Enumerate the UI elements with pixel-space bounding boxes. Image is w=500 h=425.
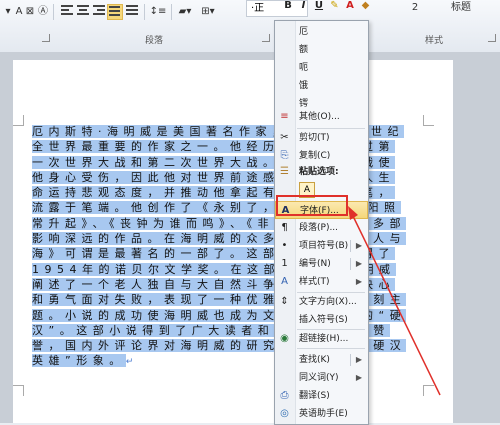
recent-font-label: 饿 — [299, 81, 309, 91]
menu-item-label: 项目符号(B) — [299, 241, 349, 251]
scissors-icon: ✂ — [280, 132, 289, 143]
font-group-launcher[interactable] — [42, 34, 50, 42]
bold-button[interactable]: B — [282, 0, 294, 11]
shading-icon[interactable]: ▰▾ — [175, 4, 195, 20]
menu-item-label: 段落(P)... — [299, 223, 339, 233]
submenu-arrow-icon: ▶ — [355, 259, 362, 268]
context-menu: 厄 额 呃 饿 锷 ≡ 其他(O)... ✂ 剪切(T) ⎘ 复制(C) ☰ 粘… — [274, 20, 369, 425]
paragraph-group-label: 段落 — [145, 36, 164, 46]
menu-item-cut[interactable]: ✂ 剪切(T) — [275, 129, 368, 147]
shrink-font-button[interactable]: ▾ — [2, 4, 14, 20]
menu-item-english-assistant[interactable]: ◎ 英语助手(E) — [275, 405, 368, 423]
style-heading2-label: 2 — [411, 2, 419, 13]
submenu-arrow-icon: ▶ — [355, 277, 362, 286]
text-direction-icon: ⇕ — [280, 296, 289, 307]
menu-item-label: 剪切(T) — [299, 133, 330, 143]
recent-font-item[interactable]: 额 — [275, 41, 368, 59]
crop-mark — [423, 115, 434, 126]
menu-item-label: 粘贴选项: — [299, 167, 339, 177]
submenu-arrow-icon: ▶ — [355, 373, 362, 382]
recent-font-label: 额 — [299, 45, 309, 55]
underline-button[interactable]: U — [313, 0, 325, 11]
english-assistant-icon: ◎ — [280, 408, 289, 419]
align-center-icon[interactable] — [76, 4, 90, 18]
recent-font-item[interactable]: 厄 — [275, 23, 368, 41]
menu-item-styles[interactable]: A 样式(T) ▶ — [275, 273, 368, 291]
translate-icon: ⎙ — [280, 390, 289, 401]
menu-item-translate[interactable]: ⎙ 翻译(S) — [275, 387, 368, 405]
recent-font-item[interactable]: 呃 — [275, 59, 368, 77]
menu-item-label: 编号(N) — [299, 259, 331, 269]
styles-group-launcher[interactable] — [488, 34, 496, 42]
menu-item-text-direction[interactable]: ⇕ 文字方向(X)... — [275, 293, 368, 311]
line-spacing-icon[interactable]: ↕≡ — [148, 4, 168, 20]
crop-mark — [423, 385, 434, 396]
style-title[interactable]: 标题 — [446, 0, 476, 16]
style-heading2[interactable]: 2 — [400, 0, 430, 16]
recent-font-label: 厄 — [299, 27, 309, 37]
submenu-arrow-icon: ▶ — [355, 355, 362, 364]
ribbon-separator — [171, 4, 172, 20]
menu-item-synonyms[interactable]: 同义词(Y) ▶ — [275, 369, 368, 387]
crop-mark — [13, 115, 24, 126]
char-shading-icon[interactable]: A — [14, 4, 24, 20]
menu-item-label: 插入符号(S) — [299, 315, 348, 325]
italic-button[interactable]: I — [297, 0, 309, 11]
menu-item-label: 翻译(S) — [299, 391, 330, 401]
bullets-icon: • — [281, 240, 288, 251]
crop-mark — [13, 385, 24, 396]
menu-item-lookup[interactable]: 查找(K) ▶ — [275, 351, 368, 369]
ribbon-separator — [144, 4, 145, 20]
menu-item-label: 其他(O)... — [299, 112, 340, 122]
submenu-separator — [350, 240, 351, 252]
menu-item-bullets[interactable]: • 项目符号(B) ▶ — [275, 237, 368, 255]
enclose-char-icon[interactable]: ⊠ — [24, 4, 36, 20]
paragraph-mark: ↵ — [125, 357, 139, 368]
submenu-arrow-icon: ▶ — [355, 241, 362, 250]
align-left-icon[interactable] — [60, 4, 74, 18]
paragraph-icon: ¶ — [281, 222, 288, 233]
menu-item-more-fonts[interactable]: ≡ 其他(O)... — [275, 108, 368, 126]
mini-toolbar: B I U ✎ A ◆ — [282, 0, 371, 14]
menu-separator — [297, 348, 365, 349]
borders-icon[interactable]: ⊞▾ — [197, 4, 219, 20]
paragraph-group-launcher[interactable] — [262, 34, 270, 42]
format-painter-icon[interactable]: ◆ — [359, 0, 371, 11]
menu-item-numbering[interactable]: 1 编号(N) ▶ — [275, 255, 368, 273]
submenu-separator — [350, 258, 351, 270]
menu-item-insert-symbol[interactable]: 插入符号(S) — [275, 311, 368, 329]
submenu-separator — [350, 354, 351, 366]
copy-icon: ⎘ — [280, 150, 289, 161]
enclose-char-a-icon[interactable]: Ⓐ — [36, 4, 50, 20]
styles-group-label: 样式 — [425, 36, 444, 46]
paste-icon: ☰ — [280, 166, 289, 177]
style-normal-label: ·正 — [251, 3, 265, 14]
menu-item-label: 英语助手(E) — [299, 409, 348, 419]
justify-icon[interactable] — [107, 4, 123, 20]
styles-icon: A — [281, 276, 288, 287]
menu-item-label: 样式(T) — [299, 277, 330, 287]
font-list-icon: ≡ — [280, 111, 289, 122]
numbering-icon: 1 — [281, 258, 288, 269]
ribbon: ▾ A ⊠ Ⓐ ↕≡ ▰▾ ⊞▾ 段落 样式 ·正 B I U ✎ A ◆ 2 … — [0, 0, 500, 53]
recent-font-label: 呃 — [299, 63, 309, 73]
highlight-icon[interactable]: ✎ — [328, 0, 340, 11]
menu-item-label: 同义词(Y) — [299, 373, 339, 383]
hyperlink-icon: ◉ — [280, 333, 289, 344]
menu-item-label: 超链接(H)... — [299, 334, 349, 344]
menu-item-label: 查找(K) — [299, 355, 330, 365]
style-title-label: 标题 — [451, 2, 471, 13]
annotation-highlight-box — [276, 195, 348, 216]
align-right-icon[interactable] — [92, 4, 106, 18]
menu-item-label: 文字方向(X)... — [299, 297, 357, 307]
recent-font-item[interactable]: 饿 — [275, 77, 368, 95]
ribbon-separator — [53, 4, 54, 20]
menu-item-hyperlink[interactable]: ◉ 超链接(H)... — [275, 330, 368, 348]
menu-item-paste-options: ☰ 粘贴选项: — [275, 163, 368, 181]
menu-item-paragraph[interactable]: ¶ 段落(P)... — [275, 219, 368, 237]
distribute-icon[interactable] — [125, 4, 139, 18]
font-color-button[interactable]: A — [344, 0, 356, 11]
